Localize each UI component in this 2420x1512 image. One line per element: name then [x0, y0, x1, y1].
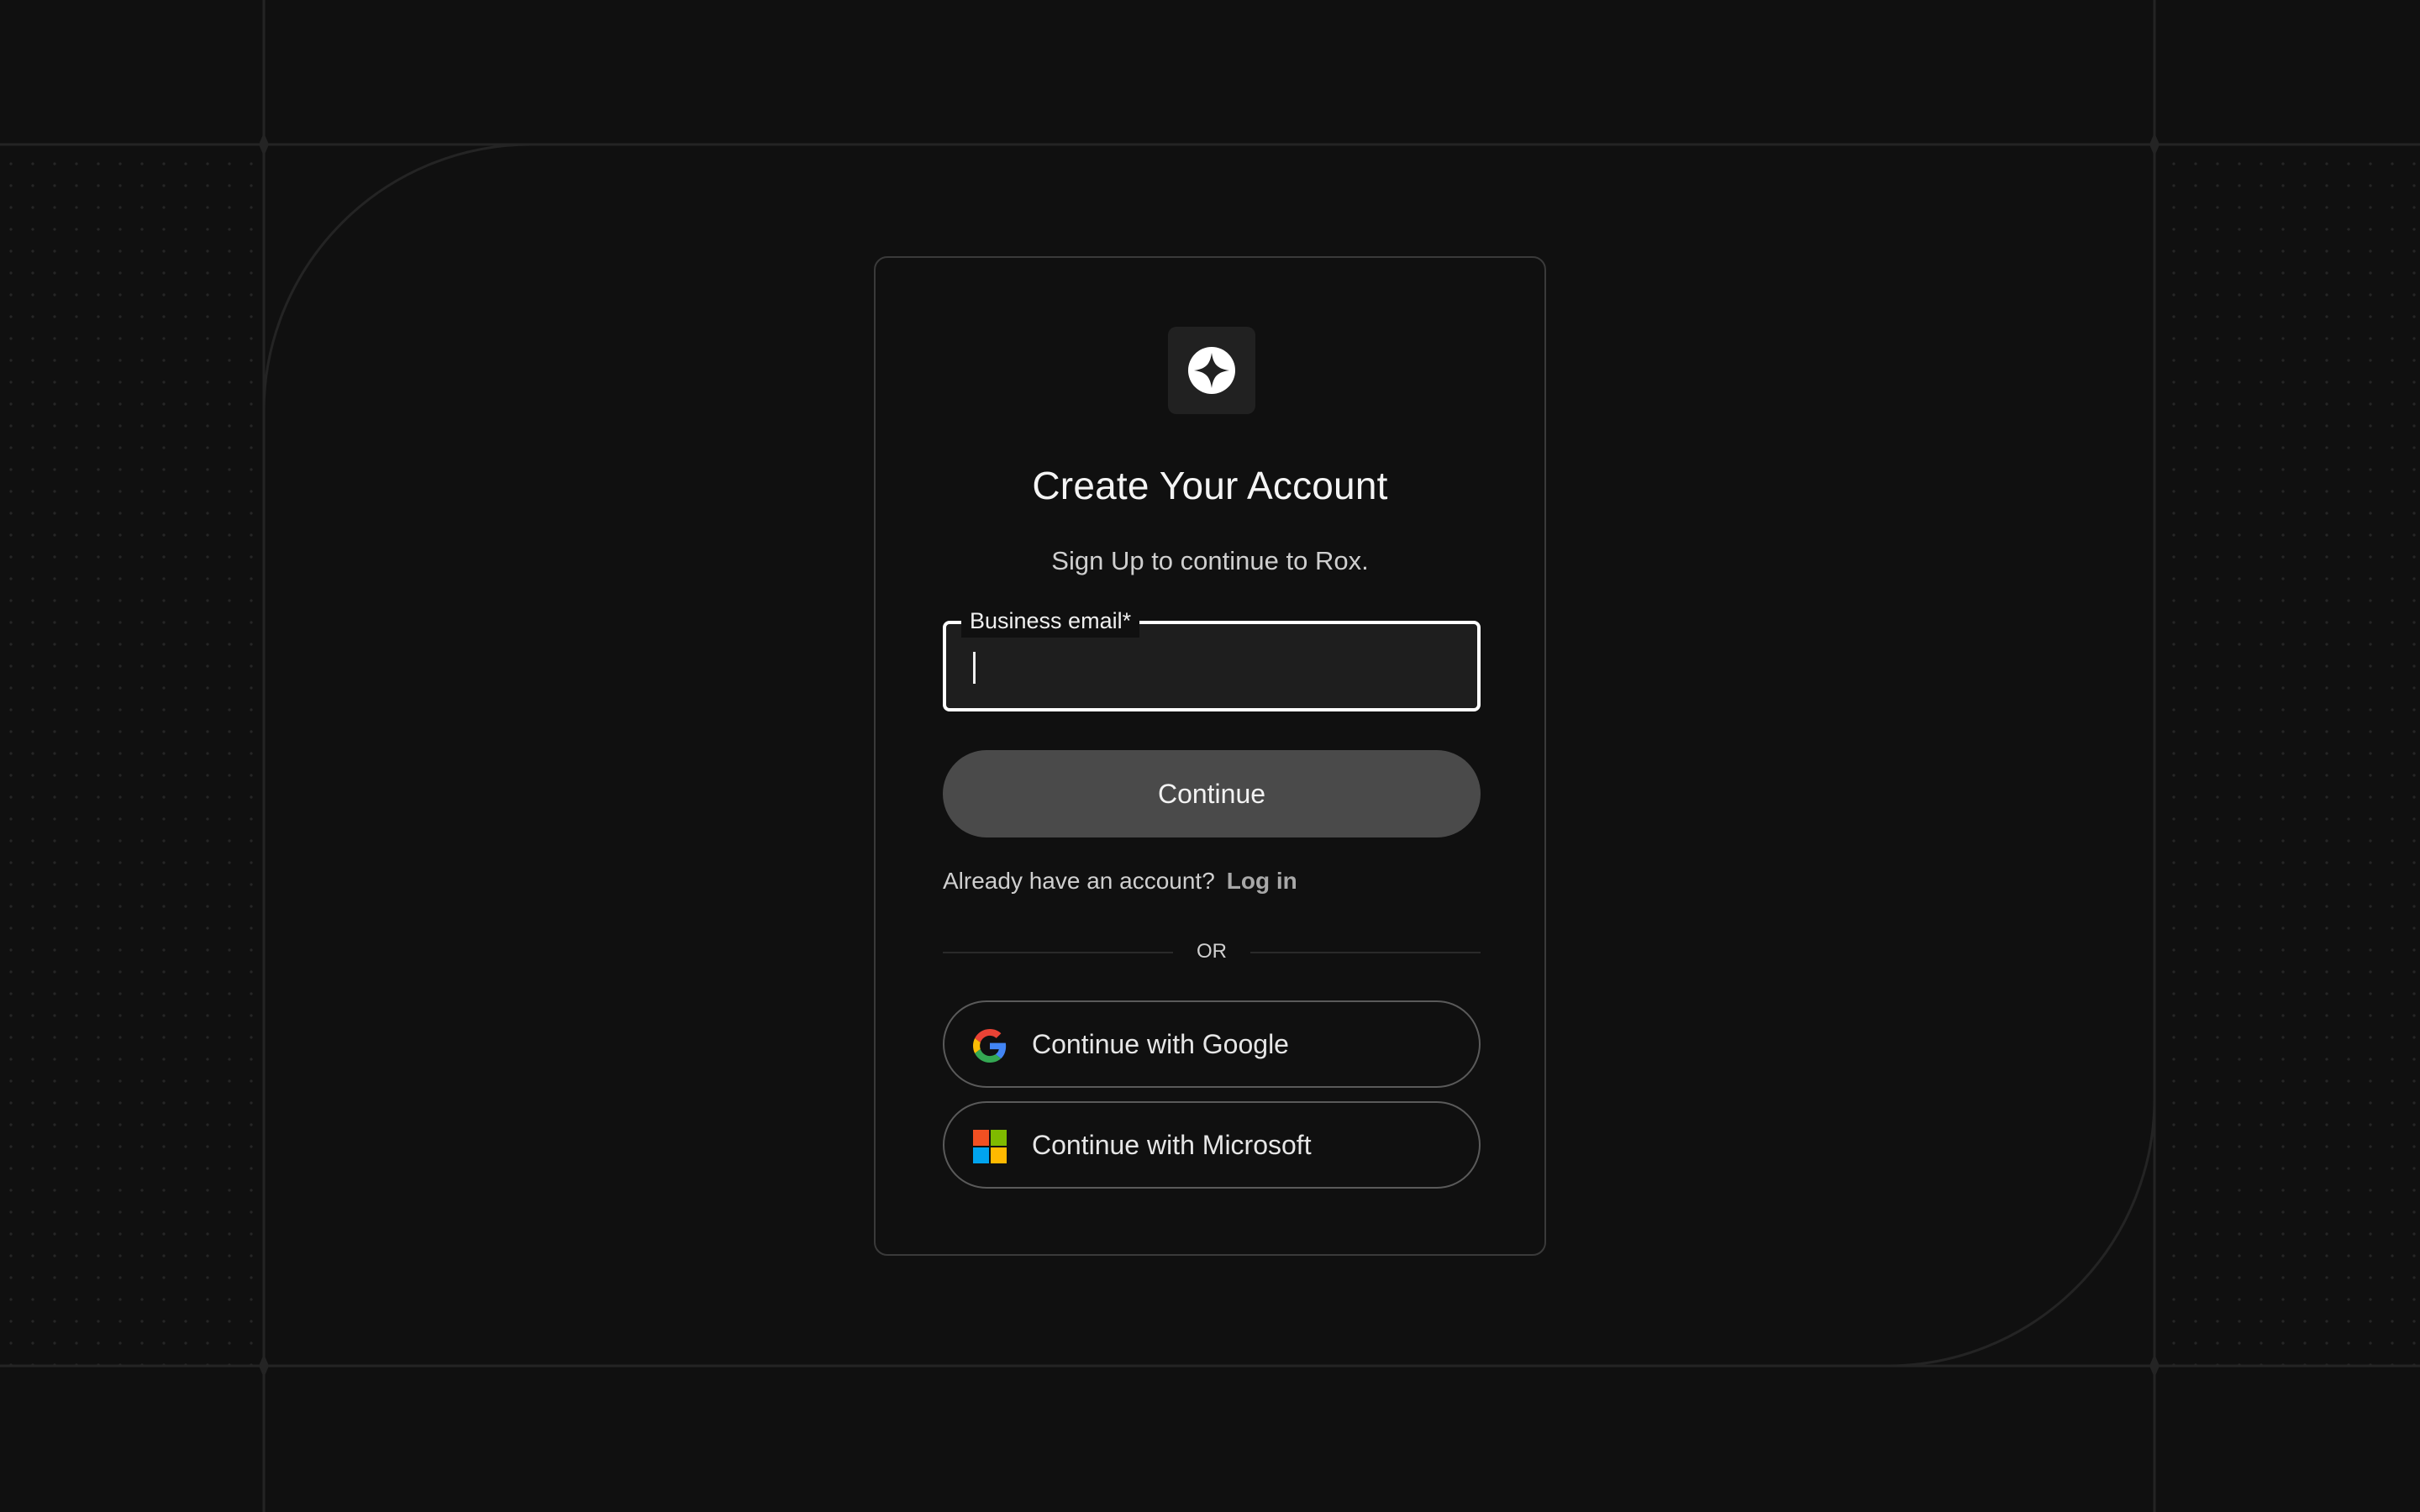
login-prompt-text: Already have an account?	[943, 868, 1215, 894]
divider-line-right	[1250, 952, 1481, 953]
microsoft-icon	[973, 1130, 1007, 1163]
email-label-text: Business email	[970, 608, 1123, 633]
google-button-label: Continue with Google	[1032, 1029, 1289, 1059]
page-background: Create Your Account Sign Up to continue …	[0, 0, 2420, 1512]
continue-with-microsoft-button[interactable]: Continue with Microsoft	[943, 1101, 1481, 1189]
login-link[interactable]: Log in	[1227, 868, 1297, 894]
google-icon	[973, 1029, 1007, 1063]
page-title: Create Your Account	[1032, 464, 1388, 507]
required-marker: *	[1122, 608, 1132, 633]
email-input[interactable]	[970, 648, 1460, 686]
page-subtitle: Sign Up to continue to Rox.	[1051, 546, 1369, 575]
text-cursor	[973, 652, 976, 684]
or-divider: OR	[943, 937, 1481, 967]
logo-container	[1168, 327, 1255, 414]
signup-card: Create Your Account Sign Up to continue …	[874, 256, 1546, 1256]
microsoft-button-label: Continue with Microsoft	[1032, 1130, 1312, 1160]
rox-star-logo-icon	[1188, 347, 1235, 394]
email-field-label: Business email*	[961, 604, 1140, 638]
email-field[interactable]: Business email*	[943, 604, 1481, 711]
continue-button[interactable]: Continue	[943, 750, 1481, 837]
continue-with-google-button[interactable]: Continue with Google	[943, 1000, 1481, 1088]
login-prompt-row: Already have an account? Log in	[943, 864, 1297, 898]
